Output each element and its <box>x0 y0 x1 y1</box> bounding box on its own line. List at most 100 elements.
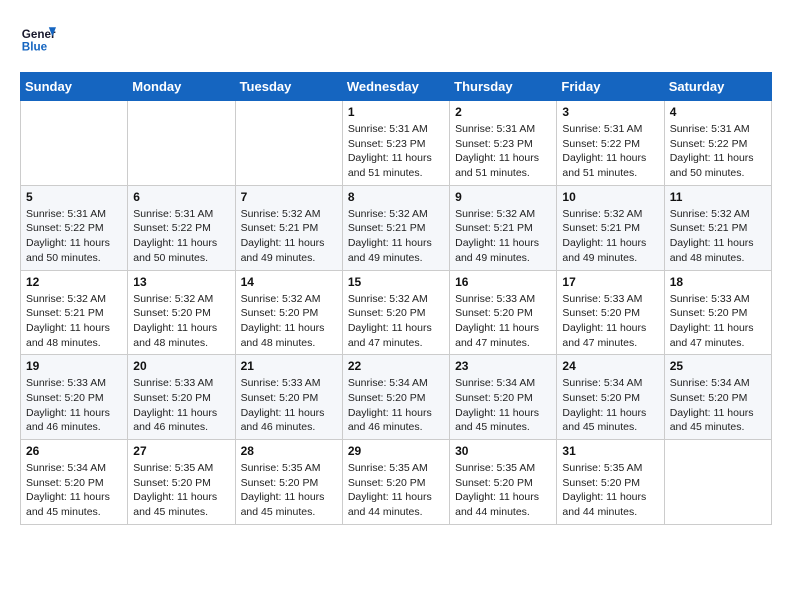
calendar-cell: 20Sunrise: 5:33 AM Sunset: 5:20 PM Dayli… <box>128 355 235 440</box>
weekday-header: Tuesday <box>235 73 342 101</box>
day-number: 8 <box>348 190 444 204</box>
day-info: Sunrise: 5:32 AM Sunset: 5:21 PM Dayligh… <box>562 207 658 266</box>
day-info: Sunrise: 5:33 AM Sunset: 5:20 PM Dayligh… <box>26 376 122 435</box>
day-info: Sunrise: 5:35 AM Sunset: 5:20 PM Dayligh… <box>455 461 551 520</box>
day-info: Sunrise: 5:34 AM Sunset: 5:20 PM Dayligh… <box>562 376 658 435</box>
day-number: 10 <box>562 190 658 204</box>
day-number: 7 <box>241 190 337 204</box>
calendar-cell: 30 Sunrise: 5:35 AM Sunset: 5:20 PM Dayli… <box>450 440 557 525</box>
day-number: 21 <box>241 359 337 373</box>
day-info: Sunrise: 5:34 AM Sunset: 5:20 PM Dayligh… <box>670 376 766 435</box>
day-number: 25 <box>670 359 766 373</box>
day-info: Sunrise: 5:31 AM Sunset: 5:22 PM Dayligh… <box>26 207 122 266</box>
calendar-cell <box>235 101 342 186</box>
calendar-week-row: 5Sunrise: 5:31 AM Sunset: 5:22 PM Daylig… <box>21 185 772 270</box>
day-number: 9 <box>455 190 551 204</box>
day-number: 19 <box>26 359 122 373</box>
logo: General Blue <box>20 20 56 56</box>
day-number: 1 <box>348 105 444 119</box>
day-info: Sunrise: 5:32 AM Sunset: 5:21 PM Dayligh… <box>241 207 337 266</box>
day-number: 27 <box>133 444 229 458</box>
day-number: 18 <box>670 275 766 289</box>
day-info: Sunrise: 5:32 AM Sunset: 5:20 PM Dayligh… <box>348 292 444 351</box>
calendar-cell: 16 Sunrise: 5:33 AM Sunset: 5:20 PM Dayli… <box>450 270 557 355</box>
calendar-cell: 18 Sunrise: 5:33 AM Sunset: 5:20 PM Dayli… <box>664 270 771 355</box>
day-info: Sunrise: 5:31 AM Sunset: 5:23 PM Dayligh… <box>455 122 551 181</box>
calendar-cell: 17 Sunrise: 5:33 AM Sunset: 5:20 PM Dayli… <box>557 270 664 355</box>
day-number: 31 <box>562 444 658 458</box>
day-number: 20 <box>133 359 229 373</box>
day-number: 2 <box>455 105 551 119</box>
day-number: 4 <box>670 105 766 119</box>
day-number: 14 <box>241 275 337 289</box>
day-number: 26 <box>26 444 122 458</box>
day-info: Sunrise: 5:33 AM Sunset: 5:20 PM Dayligh… <box>562 292 658 351</box>
calendar-table: SundayMondayTuesdayWednesdayThursdayFrid… <box>20 72 772 525</box>
day-info: Sunrise: 5:35 AM Sunset: 5:20 PM Dayligh… <box>241 461 337 520</box>
day-number: 24 <box>562 359 658 373</box>
day-info: Sunrise: 5:31 AM Sunset: 5:23 PM Dayligh… <box>348 122 444 181</box>
day-info: Sunrise: 5:34 AM Sunset: 5:20 PM Dayligh… <box>455 376 551 435</box>
calendar-cell: 31Sunrise: 5:35 AM Sunset: 5:20 PM Dayli… <box>557 440 664 525</box>
day-number: 16 <box>455 275 551 289</box>
calendar-cell: 14 Sunrise: 5:32 AM Sunset: 5:20 PM Dayli… <box>235 270 342 355</box>
calendar-cell: 24 Sunrise: 5:34 AM Sunset: 5:20 PM Dayli… <box>557 355 664 440</box>
weekday-header: Friday <box>557 73 664 101</box>
calendar-cell: 4Sunrise: 5:31 AM Sunset: 5:22 PM Daylig… <box>664 101 771 186</box>
calendar-week-row: 19 Sunrise: 5:33 AM Sunset: 5:20 PM Dayli… <box>21 355 772 440</box>
calendar-cell: 27 Sunrise: 5:35 AM Sunset: 5:20 PM Dayli… <box>128 440 235 525</box>
day-info: Sunrise: 5:32 AM Sunset: 5:20 PM Dayligh… <box>133 292 229 351</box>
weekday-header-row: SundayMondayTuesdayWednesdayThursdayFrid… <box>21 73 772 101</box>
calendar-cell <box>128 101 235 186</box>
calendar-cell: 25 Sunrise: 5:34 AM Sunset: 5:20 PM Dayli… <box>664 355 771 440</box>
logo-icon: General Blue <box>20 20 56 56</box>
calendar-cell: 9 Sunrise: 5:32 AM Sunset: 5:21 PM Daylig… <box>450 185 557 270</box>
calendar-cell: 5Sunrise: 5:31 AM Sunset: 5:22 PM Daylig… <box>21 185 128 270</box>
calendar-cell: 28 Sunrise: 5:35 AM Sunset: 5:20 PM Dayli… <box>235 440 342 525</box>
day-number: 6 <box>133 190 229 204</box>
calendar-cell: 10 Sunrise: 5:32 AM Sunset: 5:21 PM Dayli… <box>557 185 664 270</box>
calendar-cell: 21 Sunrise: 5:33 AM Sunset: 5:20 PM Dayli… <box>235 355 342 440</box>
day-number: 13 <box>133 275 229 289</box>
day-info: Sunrise: 5:33 AM Sunset: 5:20 PM Dayligh… <box>670 292 766 351</box>
day-info: Sunrise: 5:33 AM Sunset: 5:20 PM Dayligh… <box>455 292 551 351</box>
day-info: Sunrise: 5:34 AM Sunset: 5:20 PM Dayligh… <box>348 376 444 435</box>
day-info: Sunrise: 5:32 AM Sunset: 5:20 PM Dayligh… <box>241 292 337 351</box>
calendar-week-row: 26Sunrise: 5:34 AM Sunset: 5:20 PM Dayli… <box>21 440 772 525</box>
calendar-cell <box>21 101 128 186</box>
day-info: Sunrise: 5:32 AM Sunset: 5:21 PM Dayligh… <box>348 207 444 266</box>
day-number: 3 <box>562 105 658 119</box>
weekday-header: Sunday <box>21 73 128 101</box>
day-info: Sunrise: 5:31 AM Sunset: 5:22 PM Dayligh… <box>133 207 229 266</box>
calendar-cell: 15 Sunrise: 5:32 AM Sunset: 5:20 PM Dayli… <box>342 270 449 355</box>
calendar-cell: 8 Sunrise: 5:32 AM Sunset: 5:21 PM Daylig… <box>342 185 449 270</box>
svg-text:Blue: Blue <box>22 41 48 54</box>
calendar-cell: 12 Sunrise: 5:32 AM Sunset: 5:21 PM Dayli… <box>21 270 128 355</box>
day-number: 28 <box>241 444 337 458</box>
day-number: 30 <box>455 444 551 458</box>
calendar-cell: 11 Sunrise: 5:32 AM Sunset: 5:21 PM Dayli… <box>664 185 771 270</box>
calendar-cell: 7 Sunrise: 5:32 AM Sunset: 5:21 PM Daylig… <box>235 185 342 270</box>
calendar-cell: 26Sunrise: 5:34 AM Sunset: 5:20 PM Dayli… <box>21 440 128 525</box>
day-info: Sunrise: 5:32 AM Sunset: 5:21 PM Dayligh… <box>455 207 551 266</box>
day-number: 15 <box>348 275 444 289</box>
calendar-cell: 19 Sunrise: 5:33 AM Sunset: 5:20 PM Dayli… <box>21 355 128 440</box>
day-info: Sunrise: 5:31 AM Sunset: 5:22 PM Dayligh… <box>562 122 658 181</box>
day-info: Sunrise: 5:33 AM Sunset: 5:20 PM Dayligh… <box>241 376 337 435</box>
day-info: Sunrise: 5:35 AM Sunset: 5:20 PM Dayligh… <box>133 461 229 520</box>
day-number: 17 <box>562 275 658 289</box>
calendar-cell: 1 Sunrise: 5:31 AM Sunset: 5:23 PM Daylig… <box>342 101 449 186</box>
calendar-week-row: 12 Sunrise: 5:32 AM Sunset: 5:21 PM Dayli… <box>21 270 772 355</box>
calendar-cell: 29Sunrise: 5:35 AM Sunset: 5:20 PM Dayli… <box>342 440 449 525</box>
calendar-week-row: 1 Sunrise: 5:31 AM Sunset: 5:23 PM Daylig… <box>21 101 772 186</box>
day-info: Sunrise: 5:35 AM Sunset: 5:20 PM Dayligh… <box>348 461 444 520</box>
calendar-cell: 22Sunrise: 5:34 AM Sunset: 5:20 PM Dayli… <box>342 355 449 440</box>
day-number: 11 <box>670 190 766 204</box>
day-info: Sunrise: 5:32 AM Sunset: 5:21 PM Dayligh… <box>26 292 122 351</box>
weekday-header: Saturday <box>664 73 771 101</box>
day-number: 12 <box>26 275 122 289</box>
day-info: Sunrise: 5:32 AM Sunset: 5:21 PM Dayligh… <box>670 207 766 266</box>
day-number: 23 <box>455 359 551 373</box>
page-header: General Blue <box>20 20 772 56</box>
calendar-cell: 23 Sunrise: 5:34 AM Sunset: 5:20 PM Dayli… <box>450 355 557 440</box>
